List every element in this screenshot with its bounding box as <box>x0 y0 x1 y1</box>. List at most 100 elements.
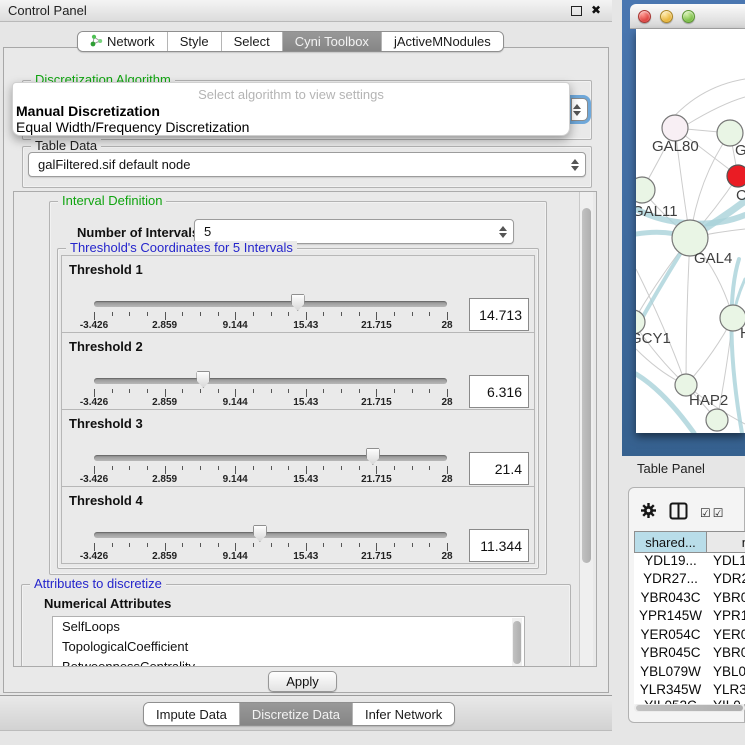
node-label-clipped: G <box>735 142 745 159</box>
node-gal11[interactable] <box>636 177 655 203</box>
control-panel-title: Control Panel <box>8 3 87 18</box>
threshold-1-slider[interactable]: -3.4262.8599.14415.4321.71528 <box>94 296 447 332</box>
tab-discretize-data[interactable]: Discretize Data <box>240 703 353 725</box>
slider-track[interactable] <box>94 455 447 461</box>
node-label-gal80: GAL80 <box>652 138 699 155</box>
combo-stepper-icon <box>571 159 579 171</box>
interval-definition-title: Interval Definition <box>58 194 166 208</box>
column-header-name[interactable]: na <box>707 531 745 553</box>
close-traffic-light-icon[interactable] <box>638 10 651 23</box>
slider-tick-labels: -3.4262.8599.14415.4321.71528 <box>94 397 447 409</box>
list-item[interactable]: BetweennessCentrality <box>53 657 524 667</box>
scrollbar-thumb[interactable] <box>636 705 743 711</box>
settings-scroll-area: Interval Definition Number of Intervals … <box>13 191 597 667</box>
minimize-traffic-light-icon[interactable] <box>660 10 673 23</box>
table-panel-toolbar: ☑ ☑ <box>640 500 745 526</box>
slider-track[interactable] <box>94 532 447 538</box>
control-panel-tabs: Network Style Select Cyni Toolbox jActiv… <box>77 31 504 52</box>
threshold-4-slider[interactable]: -3.4262.8599.14415.4321.71528 <box>94 527 447 563</box>
scrollbar-thumb[interactable] <box>582 208 591 563</box>
table-row[interactable]: YBR043CYBR0 <box>634 590 745 609</box>
slider-thumb[interactable] <box>196 371 210 388</box>
node-label-gal4: GAL4 <box>694 250 732 267</box>
column-header-shared[interactable]: shared... <box>634 531 707 553</box>
thresholds-group: Threshold's Coordinates for 5 Intervals … <box>57 248 539 569</box>
tab-jactivemnodules[interactable]: jActiveMNodules <box>382 32 503 51</box>
table-row[interactable]: YDR27...YDR2 <box>634 571 745 590</box>
table-data-value: galFiltered.sif default node <box>38 157 190 172</box>
threshold-1-value[interactable]: 14.713 <box>469 298 529 331</box>
network-canvas[interactable]: GAL80 G C GAL11 GAL4 GCY1 H HAP2 <box>636 29 745 433</box>
algorithm-combobox[interactable] <box>571 98 588 121</box>
numerical-attributes-list: SelfLoops TopologicalCoefficient Between… <box>52 616 525 667</box>
table-horizontal-scrollbar[interactable] <box>634 704 745 712</box>
table-row[interactable]: YBL079WYBL0 <box>634 664 745 683</box>
list-item[interactable]: TopologicalCoefficient <box>53 637 524 657</box>
checkbox-column-icon[interactable]: ☑ <box>700 507 711 519</box>
threshold-4-value[interactable]: 11.344 <box>469 529 529 562</box>
list-scrollbar[interactable] <box>512 618 522 667</box>
node-label-gcy1: GCY1 <box>636 330 671 347</box>
slider-tick-labels: -3.4262.8599.14415.4321.71528 <box>94 474 447 486</box>
threshold-2-slider[interactable]: -3.4262.8599.14415.4321.71528 <box>94 373 447 409</box>
node-label-clipped: C <box>736 187 745 204</box>
threshold-1-block: Threshold 1 -3.4262.8599.14415.4321.7152… <box>61 255 535 333</box>
slider-track[interactable] <box>94 301 447 307</box>
tab-cyni-toolbox[interactable]: Cyni Toolbox <box>283 32 382 51</box>
menu-item-equal-width-frequency[interactable]: Equal Width/Frequency Discretization <box>16 119 249 135</box>
algorithm-dropdown-popup: Select algorithm to view settings Manual… <box>12 82 570 136</box>
table-row[interactable]: YBR045CYBR0 <box>634 645 745 664</box>
cyni-mode-tabs: Impute Data Discretize Data Infer Networ… <box>143 702 455 726</box>
table-data-title: Table Data <box>31 139 101 153</box>
node-label-hap2: HAP2 <box>689 392 728 409</box>
threshold-3-value[interactable]: 21.4 <box>469 452 529 485</box>
table-row[interactable]: YPR145WYPR1 <box>634 608 745 627</box>
slider-thumb[interactable] <box>366 448 380 465</box>
table-panel-title: Table Panel <box>637 461 705 476</box>
attributes-group: Attributes to discretize Numerical Attri… <box>21 584 571 667</box>
threshold-4-block: Threshold 4 -3.4262.8599.14415.4321.7152… <box>61 486 535 564</box>
apply-button[interactable]: Apply <box>268 671 337 692</box>
tab-infer-network[interactable]: Infer Network <box>353 703 454 725</box>
interval-definition-group: Interval Definition Number of Intervals … <box>49 201 547 575</box>
menu-item-manual-discretization[interactable]: Manual Discretization <box>16 103 160 119</box>
node[interactable] <box>706 409 728 431</box>
node-label-clipped: H <box>740 325 745 342</box>
thresholds-group-title: Threshold's Coordinates for 5 Intervals <box>66 241 297 255</box>
table-data-combobox[interactable]: galFiltered.sif default node <box>28 152 586 177</box>
combo-stepper-icon <box>499 226 507 238</box>
settings-scrollbar[interactable] <box>579 192 593 666</box>
numerical-attributes-label: Numerical Attributes <box>44 596 171 611</box>
float-panel-icon[interactable] <box>571 6 582 16</box>
network-icon <box>90 34 103 50</box>
checkbox-column-icon[interactable]: ☑ <box>713 507 724 519</box>
list-item[interactable]: SelfLoops <box>53 617 524 637</box>
threshold-2-value[interactable]: 6.316 <box>469 375 529 408</box>
slider-track[interactable] <box>94 378 447 384</box>
node-selected-red[interactable] <box>727 165 745 187</box>
tab-network[interactable]: Network <box>78 32 168 51</box>
threshold-2-block: Threshold 2 -3.4262.8599.14415.4321.7152… <box>61 332 535 410</box>
number-of-intervals-value: 5 <box>204 224 211 239</box>
slider-tick-labels: -3.4262.8599.14415.4321.71528 <box>94 320 447 332</box>
zoom-traffic-light-icon[interactable] <box>682 10 695 23</box>
threshold-3-slider[interactable]: -3.4262.8599.14415.4321.71528 <box>94 450 447 486</box>
control-panel-titlebar: Control Panel <box>0 0 612 22</box>
table-row[interactable]: YER054CYER0 <box>634 627 745 646</box>
combo-stepper-icon <box>573 104 581 116</box>
threshold-3-block: Threshold 3 -3.4262.8599.14415.4321.7152… <box>61 409 535 487</box>
number-of-intervals-label: Number of Intervals <box>77 225 199 240</box>
attributes-group-title: Attributes to discretize <box>30 577 166 591</box>
tab-impute-data[interactable]: Impute Data <box>144 703 240 725</box>
algorithm-placeholder: Select algorithm to view settings <box>13 87 569 102</box>
slider-thumb[interactable] <box>253 525 267 542</box>
tab-style[interactable]: Style <box>168 32 222 51</box>
tab-select[interactable]: Select <box>222 32 283 51</box>
gear-icon[interactable] <box>640 502 657 524</box>
slider-thumb[interactable] <box>291 294 305 311</box>
table-row[interactable]: YDL19...YDL1 <box>634 553 745 572</box>
split-columns-icon[interactable] <box>669 502 688 525</box>
node-label-gal11: GAL11 <box>636 203 678 220</box>
close-icon[interactable]: ✖ <box>591 3 601 17</box>
screenshot-root: Control Panel ✖ Network <box>0 0 745 745</box>
